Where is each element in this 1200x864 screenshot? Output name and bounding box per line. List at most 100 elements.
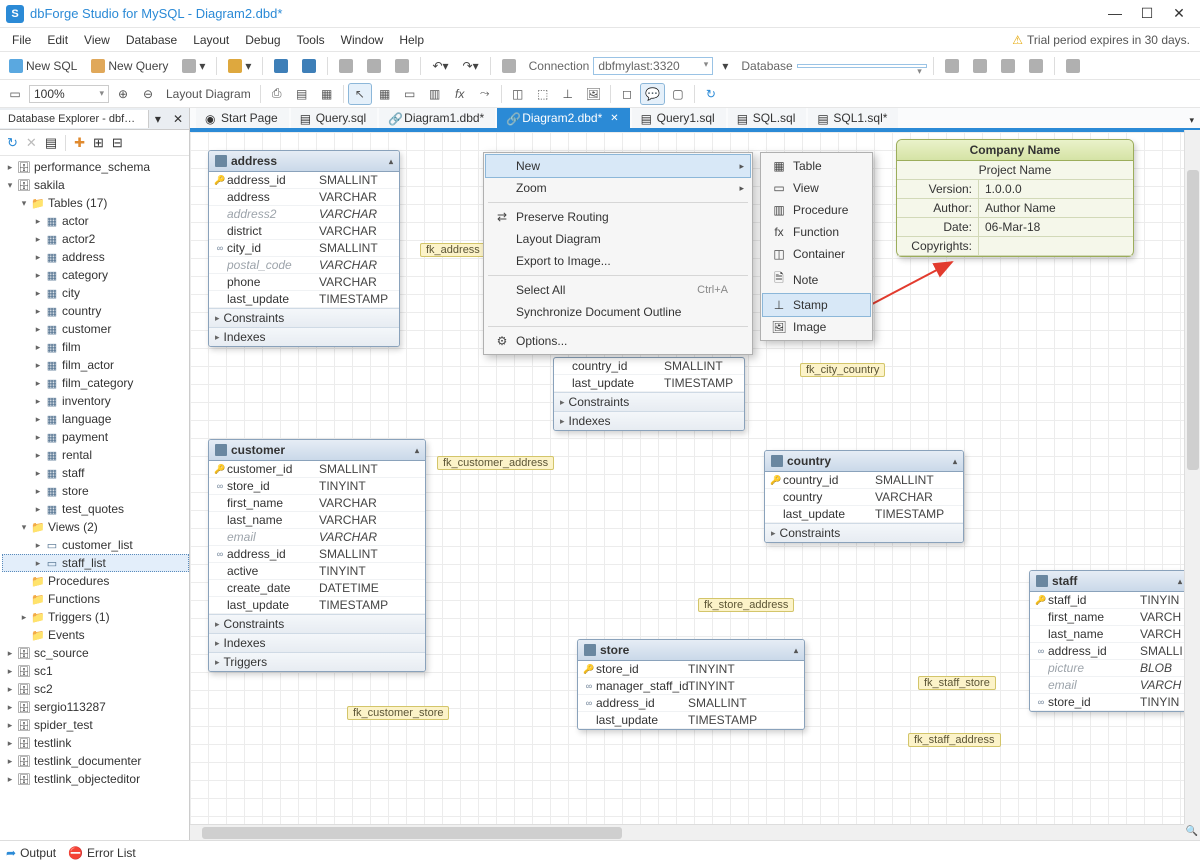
image-tool[interactable]: 🖼 (582, 84, 605, 104)
tree-node[interactable]: ▸▦language (2, 410, 189, 428)
save-button[interactable] (269, 56, 293, 76)
entity-column[interactable]: ∞city_idSMALLINT (209, 240, 399, 257)
tb-extra5[interactable] (1061, 56, 1085, 76)
entity-header[interactable]: address▴ (209, 151, 399, 172)
container-tool[interactable]: ◫ (507, 84, 529, 104)
entity-column[interactable]: 🔑store_idTINYINT (578, 661, 804, 678)
tree-node[interactable]: ▸▦category (2, 266, 189, 284)
entity-staff[interactable]: staff▴🔑staff_idTINYINfirst_nameVARCHlast… (1029, 570, 1184, 712)
entity-section[interactable]: Indexes (209, 327, 399, 346)
menu-item[interactable]: Select AllCtrl+A (486, 279, 750, 301)
zoom-corner[interactable]: 🔍 (1184, 824, 1200, 840)
entity-column[interactable]: ∞address_idSMALLINT (578, 695, 804, 712)
tree-node[interactable]: ▸▦film_actor (2, 356, 189, 374)
menu-debug[interactable]: Debug (237, 30, 288, 50)
print-button[interactable]: ⎙ (266, 83, 288, 104)
tree-node[interactable]: ▸▦staff (2, 464, 189, 482)
entity-column[interactable]: last_nameVARCH (1030, 626, 1184, 643)
doc-tab[interactable]: ▤Query1.sql (632, 108, 726, 128)
entity-column[interactable]: 🔑country_idSMALLINT (765, 472, 963, 489)
tree-node[interactable]: ▸🗄spider_test (2, 716, 189, 734)
entity-column[interactable]: ∞address_idSMALLINT (209, 546, 425, 563)
doc-tab[interactable]: ◉Start Page (196, 108, 289, 128)
new-table-tool[interactable]: ▦ (374, 84, 396, 104)
print-preview-button[interactable]: ▤ (291, 84, 313, 104)
menu-item[interactable]: ⚙Options... (486, 330, 750, 352)
menu-item[interactable]: ▭View (763, 177, 870, 199)
connection-combo[interactable]: dbfmylast:3320 (593, 57, 713, 75)
db-explorer-close[interactable]: ✕ (167, 109, 189, 129)
paste-button[interactable] (390, 56, 414, 76)
entity-column[interactable]: activeTINYINT (209, 563, 425, 580)
menu-item[interactable]: Zoom▸ (486, 177, 750, 199)
entity-customer[interactable]: customer▴🔑customer_idSMALLINT∞store_idTI… (208, 439, 426, 672)
tree-node[interactable]: ▸▦inventory (2, 392, 189, 410)
output-button[interactable]: ➦Output (6, 846, 56, 860)
tree-node[interactable]: ▾📁Tables (17) (2, 194, 189, 212)
menu-item[interactable]: ⊥Stamp (763, 294, 870, 316)
minimize-button[interactable]: — (1100, 3, 1130, 25)
entity-column[interactable]: last_updateTIMESTAMP (209, 291, 399, 308)
zoom-combo[interactable]: 100%▾ (29, 85, 109, 103)
tree-node[interactable]: ▸🗄sc1 (2, 662, 189, 680)
entity-column[interactable]: last_updateTIMESTAMP (578, 712, 804, 729)
entity-section[interactable]: Triggers (209, 652, 425, 671)
entity-column[interactable]: emailVARCHAR (209, 529, 425, 546)
link-button[interactable] (497, 56, 521, 76)
tree-node[interactable]: 📁Procedures (2, 572, 189, 590)
tree-node[interactable]: ▸▦actor2 (2, 230, 189, 248)
menu-edit[interactable]: Edit (39, 30, 76, 50)
tabs-overflow[interactable]: ▾ (1183, 113, 1200, 128)
new-sql-button[interactable]: New SQL (4, 56, 82, 76)
entity-column[interactable]: emailVARCH (1030, 677, 1184, 694)
menu-item[interactable]: Layout Diagram (486, 228, 750, 250)
tree-node[interactable]: 📁Functions (2, 590, 189, 608)
collapse-button[interactable]: ⊟ (109, 133, 126, 153)
entity-column[interactable]: countryVARCHAR (765, 489, 963, 506)
refresh-button[interactable]: ↻ (700, 84, 722, 104)
entity-column[interactable]: districtVARCHAR (209, 223, 399, 240)
redo-button[interactable]: ↷▾ (458, 56, 484, 76)
tree-node[interactable]: 📁Events (2, 626, 189, 644)
layout-diagram-button[interactable]: Layout Diagram (162, 84, 255, 104)
entity-section[interactable]: Indexes (209, 633, 425, 652)
menu-item[interactable]: 🗎Note (763, 265, 870, 294)
entity-column[interactable]: address2VARCHAR (209, 206, 399, 223)
tb-extra4[interactable] (1024, 56, 1048, 76)
tree-node[interactable]: ▸🗄sc_source (2, 644, 189, 662)
doc-tab[interactable]: ▤SQL1.sql* (808, 108, 898, 128)
tree-node[interactable]: ▸▦test_quotes (2, 500, 189, 518)
entity-header[interactable]: store▴ (578, 640, 804, 661)
menu-item[interactable]: 🖼Image (763, 316, 870, 338)
new-func-tool[interactable]: fx (449, 84, 471, 104)
new-proc-tool[interactable]: ▥ (424, 84, 446, 104)
note-tool[interactable]: ◻ (616, 84, 638, 104)
entity-column[interactable]: ∞store_idTINYIN (1030, 694, 1184, 711)
entity-column[interactable]: postal_codeVARCHAR (209, 257, 399, 274)
menu-file[interactable]: File (4, 30, 39, 50)
cut-button[interactable] (334, 56, 358, 76)
undo-button[interactable]: ↶▾ (427, 56, 453, 76)
refresh-tree-button[interactable]: ↻ (4, 133, 21, 153)
db-tree[interactable]: ▸🗄performance_schema▾🗄sakila▾📁Tables (17… (0, 156, 189, 840)
vertical-scrollbar[interactable] (1184, 130, 1200, 824)
tree-node[interactable]: ▸▦country (2, 302, 189, 320)
tree-node[interactable]: ▸🗄sergio113287 (2, 698, 189, 716)
new-view-tool[interactable]: ▭ (399, 84, 421, 104)
entity-section[interactable]: Constraints (209, 308, 399, 327)
entity-section[interactable]: Constraints (765, 523, 963, 542)
entity-column[interactable]: ∞address_idSMALLI (1030, 643, 1184, 660)
horizontal-scrollbar[interactable] (190, 824, 1184, 840)
tree-node[interactable]: ▾🗄sakila (2, 176, 189, 194)
menu-help[interactable]: Help (391, 30, 432, 50)
close-button[interactable]: ✕ (1164, 3, 1194, 25)
menu-item[interactable]: ▦Table (763, 155, 870, 177)
entity-column[interactable]: first_nameVARCH (1030, 609, 1184, 626)
entity-column[interactable]: phoneVARCHAR (209, 274, 399, 291)
entity-partial[interactable]: country_idSMALLINTlast_updateTIMESTAMPCo… (553, 357, 745, 431)
connection-refresh[interactable]: ▾ (717, 56, 733, 76)
entity-column[interactable]: last_updateTIMESTAMP (209, 597, 425, 614)
new-query-button[interactable]: New Query (86, 56, 173, 76)
entity-section[interactable]: Constraints (209, 614, 425, 633)
menu-layout[interactable]: Layout (185, 30, 237, 50)
